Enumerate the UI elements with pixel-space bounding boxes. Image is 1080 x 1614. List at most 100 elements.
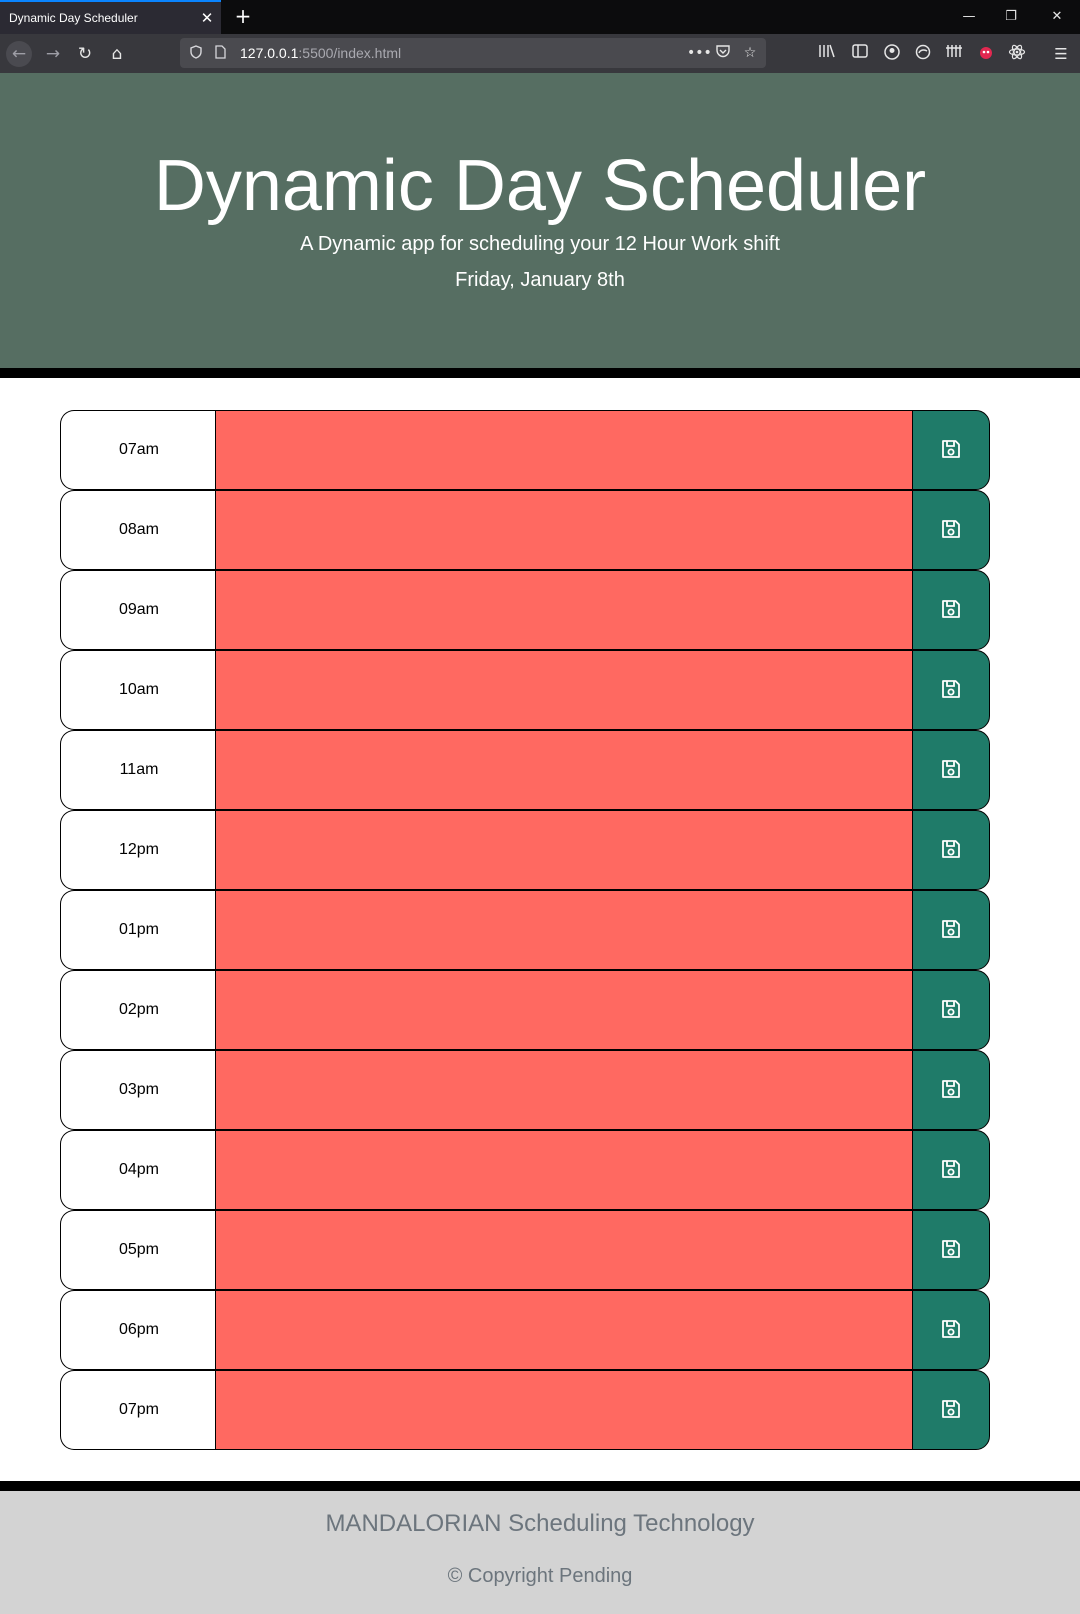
- hour-label: 12pm: [60, 810, 217, 890]
- event-description-input[interactable]: [215, 650, 915, 730]
- hour-label: 04pm: [60, 1130, 217, 1210]
- hour-label: 05pm: [60, 1210, 217, 1290]
- event-description-input[interactable]: [215, 1050, 915, 1130]
- extension-grid-icon[interactable]: [943, 43, 965, 65]
- menu-icon[interactable]: ☰: [1050, 43, 1072, 65]
- time-block-row: 12pm: [60, 810, 990, 890]
- time-block-row: 07am: [60, 410, 990, 490]
- hour-label: 03pm: [60, 1050, 217, 1130]
- save-button[interactable]: [912, 570, 990, 650]
- time-block-row: 01pm: [60, 890, 990, 970]
- page-icon[interactable]: [212, 45, 228, 61]
- react-devtools-icon[interactable]: [1006, 43, 1028, 65]
- hour-label: 01pm: [60, 890, 217, 970]
- time-block-row: 05pm: [60, 1210, 990, 1290]
- browser-toolbar: ← → ↻ ⌂ 127.0.0.1:5500/index.html ••• ☆ …: [0, 34, 1080, 73]
- save-button[interactable]: [912, 490, 990, 570]
- event-description-input[interactable]: [215, 1290, 915, 1370]
- hour-label: 08am: [60, 490, 217, 570]
- minimize-icon[interactable]: —: [958, 6, 980, 28]
- footer-brand: MANDALORIAN Scheduling Technology: [325, 1510, 755, 1537]
- event-description-input[interactable]: [215, 730, 915, 810]
- save-button[interactable]: [912, 810, 990, 890]
- hour-label: 06pm: [60, 1290, 217, 1370]
- event-description-input[interactable]: [215, 1210, 915, 1290]
- reload-icon[interactable]: ↻: [72, 41, 98, 67]
- url-text[interactable]: 127.0.0.1:5500/index.html: [240, 45, 401, 61]
- save-button[interactable]: [912, 650, 990, 730]
- time-block-row: 10am: [60, 650, 990, 730]
- browser-tab-strip: Dynamic Day Scheduler ✕ + — ❐ ✕: [0, 0, 1080, 34]
- save-icon: [940, 1318, 962, 1343]
- extension-red-icon[interactable]: [975, 43, 997, 65]
- time-block-row: 04pm: [60, 1130, 990, 1210]
- time-block-row: 03pm: [60, 1050, 990, 1130]
- sidebar-icon[interactable]: [849, 43, 871, 65]
- schedule-container: 07am 08am 09am 10am 11am 12pm 01pm 02pm 03pm 04pm…: [60, 410, 990, 1450]
- event-description-input[interactable]: [215, 410, 915, 490]
- save-icon: [940, 838, 962, 863]
- save-icon: [940, 1238, 962, 1263]
- tab-title: Dynamic Day Scheduler: [9, 11, 138, 25]
- library-icon[interactable]: [816, 43, 838, 65]
- event-description-input[interactable]: [215, 810, 915, 890]
- time-block-row: 11am: [60, 730, 990, 810]
- save-icon: [940, 438, 962, 463]
- save-button[interactable]: [912, 1050, 990, 1130]
- home-icon[interactable]: ⌂: [104, 41, 130, 67]
- save-button[interactable]: [912, 890, 990, 970]
- restore-icon[interactable]: ❐: [1000, 6, 1022, 28]
- save-icon: [940, 1078, 962, 1103]
- back-icon[interactable]: ←: [6, 41, 32, 67]
- event-description-input[interactable]: [215, 970, 915, 1050]
- account-icon[interactable]: [881, 43, 903, 65]
- hour-label: 02pm: [60, 970, 217, 1050]
- event-description-input[interactable]: [215, 1130, 915, 1210]
- save-icon: [940, 598, 962, 623]
- event-description-input[interactable]: [215, 490, 915, 570]
- hour-label: 07pm: [60, 1370, 217, 1450]
- footer-copyright: © Copyright Pending: [447, 1565, 633, 1587]
- save-icon: [940, 1158, 962, 1183]
- page-actions-icon[interactable]: •••: [687, 44, 712, 62]
- save-button[interactable]: [912, 970, 990, 1050]
- save-button[interactable]: [912, 1370, 990, 1450]
- event-description-input[interactable]: [215, 1370, 915, 1450]
- hour-label: 07am: [60, 410, 217, 490]
- tab-close-icon[interactable]: ✕: [198, 9, 216, 27]
- hour-label: 09am: [60, 570, 217, 650]
- forward-icon[interactable]: →: [40, 41, 66, 67]
- save-button[interactable]: [912, 1210, 990, 1290]
- save-button[interactable]: [912, 1290, 990, 1370]
- header-lead: A Dynamic app for scheduling your 12 Hou…: [300, 233, 780, 255]
- bookmark-star-icon[interactable]: ☆: [741, 44, 759, 62]
- time-block-row: 02pm: [60, 970, 990, 1050]
- time-block-row: 08am: [60, 490, 990, 570]
- footer-divider: [0, 1481, 1080, 1491]
- pocket-icon[interactable]: [714, 44, 732, 62]
- current-day: Friday, January 8th: [455, 269, 625, 291]
- shield-icon[interactable]: [188, 45, 204, 61]
- url-path: :5500/index.html: [298, 45, 402, 61]
- save-icon: [940, 1398, 962, 1423]
- event-description-input[interactable]: [215, 890, 915, 970]
- save-button[interactable]: [912, 410, 990, 490]
- save-icon: [940, 998, 962, 1023]
- save-button[interactable]: [912, 730, 990, 810]
- new-tab-icon[interactable]: +: [232, 5, 254, 27]
- time-block-row: 09am: [60, 570, 990, 650]
- event-description-input[interactable]: [215, 570, 915, 650]
- save-button[interactable]: [912, 1130, 990, 1210]
- save-icon: [940, 518, 962, 543]
- header-divider: [0, 368, 1080, 378]
- url-bar[interactable]: 127.0.0.1:5500/index.html ••• ☆: [180, 38, 766, 68]
- time-block-row: 07pm: [60, 1370, 990, 1450]
- url-host: 127.0.0.1: [240, 45, 299, 61]
- sync-icon[interactable]: [912, 43, 934, 65]
- close-window-icon[interactable]: ✕: [1046, 6, 1068, 28]
- time-block-row: 06pm: [60, 1290, 990, 1370]
- header-jumbotron: Dynamic Day Scheduler A Dynamic app for …: [0, 73, 1080, 368]
- save-icon: [940, 918, 962, 943]
- hour-label: 11am: [60, 730, 217, 810]
- browser-tab[interactable]: Dynamic Day Scheduler ✕: [0, 0, 221, 34]
